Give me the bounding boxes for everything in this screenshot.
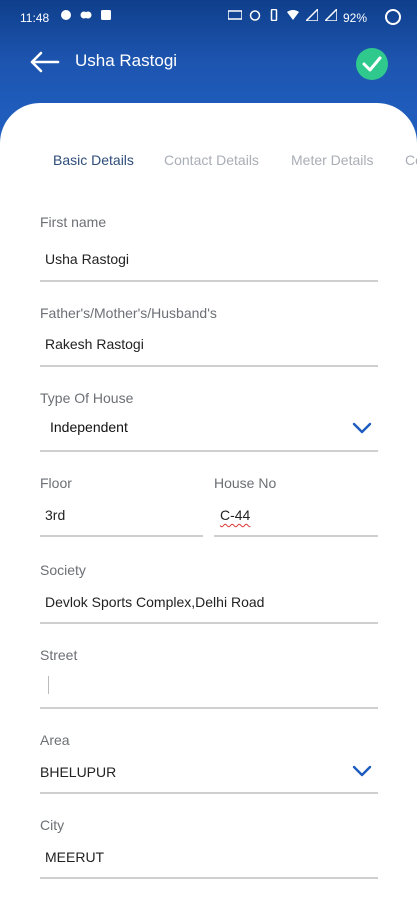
guardian-field[interactable]: Rakesh Rastogi bbox=[45, 336, 144, 352]
wifi-icon bbox=[287, 10, 299, 20]
house-type-select[interactable]: Independent bbox=[50, 419, 128, 435]
first-name-field[interactable]: Usha Rastogi bbox=[45, 251, 129, 267]
floor-label: Floor bbox=[40, 475, 72, 491]
first-name-underline bbox=[40, 280, 378, 282]
house-type-underline bbox=[40, 450, 378, 452]
status-time: 11:48 bbox=[20, 11, 50, 25]
area-underline bbox=[40, 792, 378, 794]
arrow-left-icon[interactable] bbox=[28, 48, 60, 76]
battery-icon bbox=[385, 9, 401, 25]
signal-icon-2 bbox=[325, 9, 337, 21]
guardian-label: Father's/Mother's/Husband's bbox=[40, 305, 217, 321]
society-field[interactable]: Devlok Sports Complex,Delhi Road bbox=[45, 594, 264, 610]
signal-icon bbox=[306, 9, 318, 21]
floor-underline bbox=[40, 535, 203, 537]
house-no-field[interactable]: C-44 bbox=[220, 507, 250, 523]
vibrate-icon bbox=[270, 9, 278, 21]
app-bar: Usha Rastogi bbox=[0, 36, 417, 88]
tab-meter-details[interactable]: Meter Details bbox=[291, 152, 373, 168]
street-underline bbox=[40, 707, 378, 709]
society-underline bbox=[40, 622, 378, 624]
tab-next[interactable]: Co bbox=[405, 152, 417, 168]
data-speed-icon bbox=[228, 10, 242, 20]
status-bar: 11:48 92% bbox=[0, 0, 417, 36]
house-no-underline bbox=[214, 535, 378, 537]
first-name-label: First name bbox=[40, 214, 107, 230]
system-icons bbox=[228, 9, 337, 21]
check-icon bbox=[362, 56, 382, 72]
area-label: Area bbox=[40, 732, 70, 748]
house-no-label: House No bbox=[214, 475, 277, 491]
text-cursor bbox=[48, 676, 49, 694]
tab-bar: Basic Details Contact Details Meter Deta… bbox=[0, 152, 417, 174]
city-label: City bbox=[40, 817, 65, 833]
whatsapp-icon bbox=[61, 10, 71, 20]
chevron-down-icon[interactable] bbox=[352, 421, 372, 435]
house-type-label: Type Of House bbox=[40, 390, 134, 406]
notification-icons bbox=[60, 9, 112, 21]
tab-basic-details[interactable]: Basic Details bbox=[53, 152, 134, 168]
city-field[interactable]: MEERUT bbox=[45, 849, 104, 865]
society-label: Society bbox=[40, 562, 86, 578]
image-icon bbox=[101, 10, 111, 20]
guardian-underline bbox=[40, 365, 378, 367]
tab-contact-details[interactable]: Contact Details bbox=[164, 152, 259, 168]
page-title: Usha Rastogi bbox=[75, 51, 178, 70]
floor-field[interactable]: 3rd bbox=[45, 507, 65, 523]
area-select[interactable]: BHELUPUR bbox=[40, 764, 116, 780]
save-button[interactable] bbox=[356, 48, 388, 80]
battery-percentage: 92% bbox=[342, 11, 367, 25]
city-underline bbox=[40, 877, 378, 879]
alarm-icon bbox=[249, 10, 261, 21]
street-label: Street bbox=[40, 647, 78, 663]
app-notification-icon bbox=[80, 11, 92, 19]
chevron-down-icon[interactable] bbox=[352, 764, 372, 778]
